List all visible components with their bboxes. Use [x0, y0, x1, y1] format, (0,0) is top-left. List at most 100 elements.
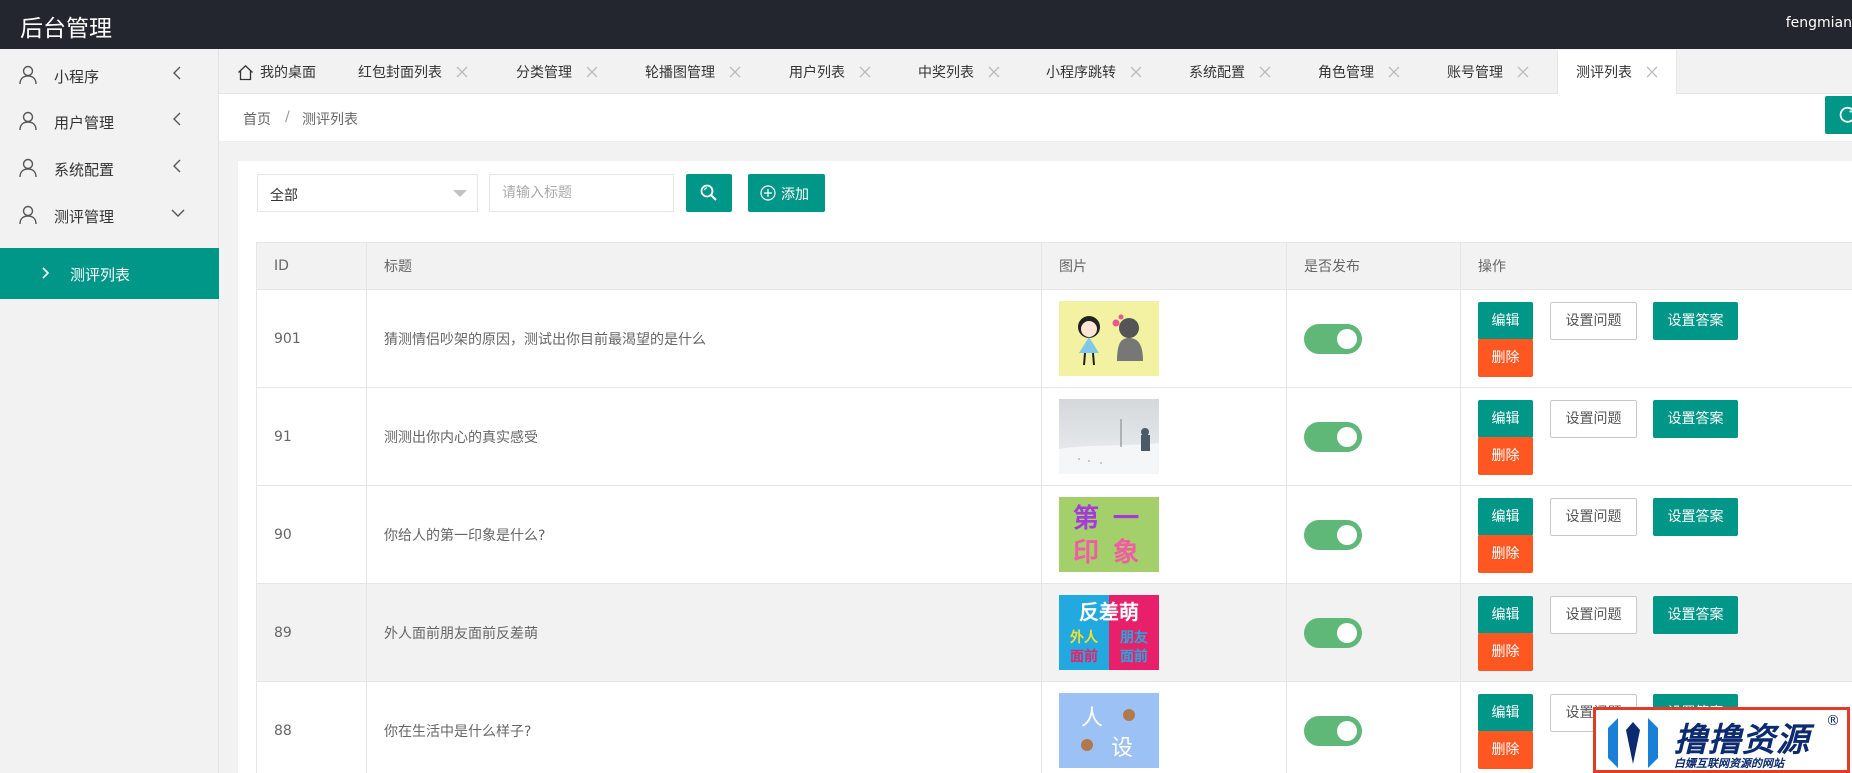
sidebar-item-miniprogram[interactable]: 小程序 [0, 52, 219, 98]
close-icon[interactable] [988, 66, 1000, 78]
edit-button[interactable]: 编辑 [1478, 302, 1533, 340]
breadcrumb-separator: / [285, 109, 290, 125]
user-icon [19, 205, 37, 225]
tab-category-management[interactable]: 分类管理 [516, 50, 598, 94]
cell-published [1286, 387, 1461, 486]
tab-banner-management[interactable]: 轮播图管理 [645, 50, 741, 94]
chevron-right-icon [42, 267, 50, 279]
tab-user-list[interactable]: 用户列表 [789, 50, 871, 94]
close-icon[interactable] [456, 66, 468, 78]
breadcrumb-current: 测评列表 [302, 112, 358, 128]
close-icon[interactable] [1388, 66, 1400, 78]
sidebar-item-label: 测评管理 [54, 208, 115, 226]
column-header-id: ID [256, 242, 367, 290]
thumbnail-text: 外人 [1070, 629, 1099, 646]
toggle-knob [1337, 720, 1357, 741]
tab-label: 轮播图管理 [645, 65, 715, 81]
set-answers-button[interactable]: 设置答案 [1653, 400, 1738, 438]
tab-label: 测评列表 [1576, 65, 1632, 81]
set-answers-button[interactable]: 设置答案 [1653, 302, 1738, 340]
set-answers-button[interactable]: 设置答案 [1653, 596, 1738, 634]
chevron-left-icon [173, 66, 181, 80]
thumbnail-text: 设 [1111, 736, 1133, 761]
thumbnail-image [1059, 399, 1159, 474]
search-button[interactable] [686, 174, 732, 212]
tab-evaluation-list[interactable]: 测评列表 [1557, 50, 1677, 94]
evaluation-table: ID 标题 图片 是否发布 操作 901 猜测情侣吵架的原因，测试出你目前最渴望… [256, 242, 1852, 773]
row-actions: 编辑 设置问题 设置答案 删除 [1478, 290, 1835, 387]
user-icon [19, 158, 37, 178]
refresh-button[interactable] [1825, 96, 1852, 134]
breadcrumb-home[interactable]: 首页 [243, 109, 271, 129]
home-icon [238, 64, 253, 80]
publish-toggle[interactable] [1304, 323, 1362, 354]
cell-image: 人 设 [1041, 681, 1287, 773]
sidebar-subitem-evaluation-list[interactable]: 测评列表 [0, 248, 219, 299]
publish-toggle[interactable] [1304, 519, 1362, 550]
tab-desktop[interactable]: 我的桌面 [237, 50, 316, 94]
set-questions-button[interactable]: 设置问题 [1550, 596, 1637, 634]
caret-down-icon [453, 190, 467, 197]
edit-button[interactable]: 编辑 [1478, 400, 1533, 438]
delete-button[interactable]: 删除 [1478, 731, 1533, 769]
set-questions-button[interactable]: 设置问题 [1550, 302, 1637, 340]
sidebar-item-system-config[interactable]: 系统配置 [0, 145, 219, 191]
close-icon[interactable] [1259, 66, 1271, 78]
tab-bar: 我的桌面 红包封面列表 分类管理 轮播图管理 用户列表 中奖列表 小程序跳转 系… [219, 49, 1852, 94]
search-icon [700, 184, 717, 201]
sidebar-item-evaluation-management[interactable]: 测评管理 [0, 192, 219, 238]
close-icon[interactable] [586, 66, 598, 78]
tab-account-management[interactable]: 账号管理 [1447, 50, 1529, 94]
close-icon[interactable] [1646, 66, 1658, 78]
cell-id: 91 [256, 387, 367, 486]
row-actions: 编辑 设置问题 设置答案 删除 [1478, 584, 1835, 681]
tab-miniprogram-jump[interactable]: 小程序跳转 [1046, 50, 1142, 94]
close-icon[interactable] [1517, 66, 1529, 78]
thumbnail-text: 面前 [1070, 648, 1098, 665]
cell-title: 外人面前朋友面前反差萌 [366, 583, 1042, 682]
delete-button[interactable]: 删除 [1478, 437, 1533, 475]
username[interactable]: fengmian [1786, 15, 1852, 31]
sidebar-item-label: 小程序 [54, 68, 100, 86]
close-icon[interactable] [1130, 66, 1142, 78]
column-header-published: 是否发布 [1286, 242, 1461, 290]
cell-id: 89 [256, 583, 367, 682]
top-header: 后台管理 fengmian [0, 0, 1852, 49]
tab-label: 账号管理 [1447, 65, 1503, 81]
cell-title: 你给人的第一印象是什么? [366, 485, 1042, 584]
publish-toggle[interactable] [1304, 715, 1362, 746]
category-select[interactable]: 全部 [257, 174, 478, 212]
edit-button[interactable]: 编辑 [1478, 694, 1533, 732]
delete-button[interactable]: 删除 [1478, 535, 1533, 573]
thumbnail-text: 面前 [1120, 648, 1148, 665]
title-search-input[interactable] [489, 174, 674, 212]
close-icon[interactable] [729, 66, 741, 78]
edit-button[interactable]: 编辑 [1478, 596, 1533, 634]
set-answers-button[interactable]: 设置答案 [1653, 498, 1738, 536]
table-row: 91 测测出你内心的真实感受 编辑 设置问题 设置答案 删除 [256, 387, 1852, 486]
toggle-knob [1337, 426, 1357, 447]
delete-button[interactable]: 删除 [1478, 633, 1533, 671]
tab-label: 红包封面列表 [358, 65, 442, 81]
add-button[interactable]: 添加 [748, 174, 825, 212]
edit-button[interactable]: 编辑 [1478, 498, 1533, 536]
set-questions-button[interactable]: 设置问题 [1550, 400, 1637, 438]
sidebar-item-user-management[interactable]: 用户管理 [0, 98, 219, 144]
publish-toggle[interactable] [1304, 617, 1362, 648]
tab-prize-list[interactable]: 中奖列表 [918, 50, 1000, 94]
set-questions-button[interactable]: 设置问题 [1550, 498, 1637, 536]
cell-actions: 编辑 设置问题 设置答案 删除 [1460, 289, 1852, 388]
refresh-icon [1839, 106, 1852, 123]
publish-toggle[interactable] [1304, 421, 1362, 452]
tab-red-packet-cover-list[interactable]: 红包封面列表 [358, 50, 468, 94]
app-title: 后台管理 [20, 16, 112, 42]
cell-id: 88 [256, 681, 367, 773]
close-icon[interactable] [859, 66, 871, 78]
watermark-title: 撸撸资源 [1674, 720, 1810, 759]
column-header-title: 标题 [366, 242, 1042, 290]
cell-published [1286, 681, 1461, 773]
tab-system-config[interactable]: 系统配置 [1189, 50, 1271, 94]
delete-button[interactable]: 删除 [1478, 339, 1533, 377]
tab-role-management[interactable]: 角色管理 [1318, 50, 1400, 94]
table-row: 901 猜测情侣吵架的原因，测试出你目前最渴望的是什么 编辑 设置问题 设置答案… [256, 289, 1852, 388]
